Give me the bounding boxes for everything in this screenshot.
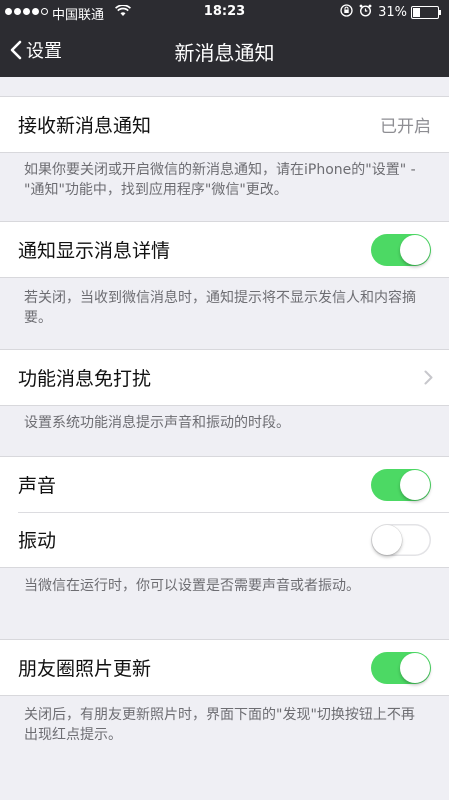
show-details-toggle[interactable] [371,234,431,266]
sound-toggle[interactable] [371,469,431,501]
status-bar: 中国联通 18:23 31% [0,0,449,24]
vibrate-toggle[interactable] [371,524,431,556]
moments-updates-toggle[interactable] [371,652,431,684]
chevron-right-icon [424,370,433,385]
moments-updates-label: 朋友圈照片更新 [18,658,152,680]
vibrate-row: 振动 [0,512,449,567]
function-dnd-group: 功能消息免打扰 [0,349,449,406]
function-dnd-label: 功能消息免打扰 [18,368,152,390]
moments-updates-note: 关闭后，有朋友更新照片时，界面下面的"发现"切换按钮上不再出现红点提示。 [24,707,415,743]
show-details-row: 通知显示消息详情 [0,222,449,277]
show-details-note: 若关闭，当收到微信消息时，通知提示将不显示发信人和内容摘要。 [24,290,416,326]
orientation-lock-icon [340,4,353,21]
receive-notifications-label: 接收新消息通知 [18,115,152,137]
top-bar: 中国联通 18:23 31% 设置 新消息通知 [0,0,449,77]
battery-percent: 31% [378,5,407,20]
page-title: 新消息通知 [174,41,275,65]
function-dnd-note: 设置系统功能消息提示声音和振动的时段。 [24,415,290,431]
vibrate-label: 振动 [18,530,57,552]
alarm-icon [359,4,372,21]
function-dnd-row[interactable]: 功能消息免打扰 [0,350,449,405]
navigation-bar: 设置 新消息通知 [0,24,449,77]
back-button[interactable]: 设置 [10,37,62,63]
sound-vibrate-group: 声音 振动 [0,456,449,568]
receive-notifications-group: 接收新消息通知 已开启 [0,96,449,153]
receive-notifications-note: 如果你要关闭或开启微信的新消息通知，请在iPhone的"设置" - "通知"功能… [24,162,416,198]
sound-row: 声音 [0,457,449,512]
battery-icon [411,6,441,19]
receive-notifications-status: 已开启 [380,117,431,137]
status-right-group: 31% [340,4,441,21]
sound-vibrate-note: 当微信在运行时，你可以设置是否需要声音或者振动。 [24,578,360,594]
show-details-label: 通知显示消息详情 [18,240,171,262]
moments-updates-row: 朋友圈照片更新 [0,640,449,695]
sound-label: 声音 [18,475,57,497]
chevron-left-icon [10,40,22,60]
receive-notifications-row[interactable]: 接收新消息通知 已开启 [0,97,449,152]
moments-updates-group: 朋友圈照片更新 [0,639,449,696]
show-details-group: 通知显示消息详情 [0,221,449,278]
screen: 中国联通 18:23 31% 设置 新消息通知 接收新消息通知 已开启 如果你要… [0,0,449,800]
battery-level-fill [413,8,421,17]
back-button-label: 设置 [26,41,62,62]
